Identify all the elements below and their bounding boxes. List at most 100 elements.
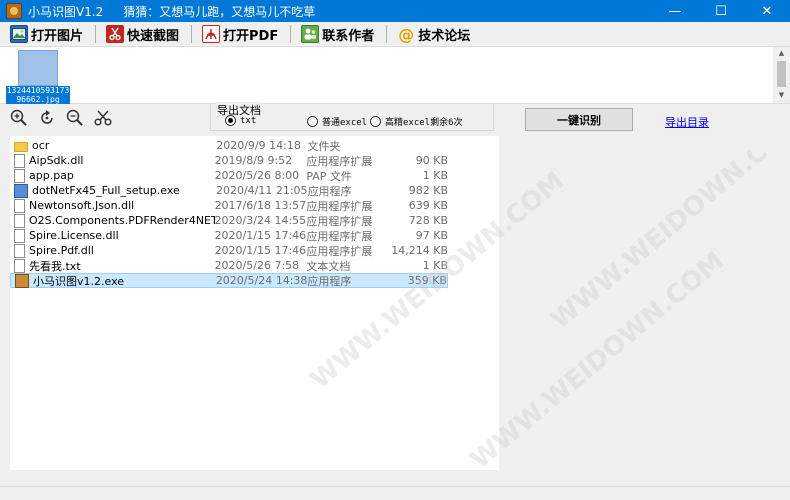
file-size: 982 KB [408,184,448,197]
file-size: 1 KB [422,169,449,182]
open-pdf-button[interactable]: 打开PDF [200,23,280,45]
zoom-out-icon [66,109,83,126]
radio-selected-icon [225,115,236,126]
file-size: 639 KB [408,199,449,212]
file-name: app.pap [29,169,74,182]
file-type: 应用程序 [307,274,352,288]
file-date: 2020/5/26 8:00 [214,169,300,182]
open-image-button[interactable]: 打开图片 [8,23,85,45]
radio-unselected-icon [307,116,318,127]
tech-forum-label: 技术论坛 [418,28,471,44]
thumbnail-item[interactable]: 132441059317396662.jpg [6,50,70,104]
open-image-label: 打开图片 [31,28,84,44]
file-date: 2020/3/24 14:55 [214,214,307,227]
file-name: O2S.Components.PDFRender4NET.dll [29,214,215,227]
export-directory-link[interactable]: 导出目录 [665,114,709,130]
folder-icon [14,141,28,152]
open-image-icon [10,25,28,43]
radio-normal-excel[interactable]: 普通excel [307,115,367,128]
scissors-icon [106,25,125,43]
toolbar-divider [290,25,292,43]
file-icon [14,243,25,258]
file-name: 小马识图v1.2.exe [33,274,125,288]
file-date: 2020/9/9 14:18 [216,139,301,152]
at-icon: @ [398,24,415,44]
text-file-icon [14,258,25,273]
file-date: 2019/8/9 9:52 [214,154,293,167]
file-icon [14,228,25,243]
contact-icon [301,25,320,43]
toolbar-divider [95,25,97,43]
file-row[interactable]: dotNetFx45_Full_setup.exe 2020/4/11 21:0… [10,183,448,198]
file-icon [14,153,25,168]
file-row[interactable]: 先看我.txt 2020/5/26 7:58 文本文档 1 KB [10,258,448,273]
file-row[interactable]: O2S.Components.PDFRender4NET.dll 2020/3/… [10,213,448,228]
file-date: 2020/1/15 17:46 [214,229,307,242]
rotate-button[interactable] [34,106,60,130]
image-tools [0,104,210,132]
file-name: dotNetFx45_Full_setup.exe [32,184,180,197]
file-name: 先看我.txt [29,259,81,273]
rotate-icon [41,110,53,124]
app-icon [15,273,29,288]
toolbar-divider [191,25,193,43]
radio-hq-excel[interactable]: 高精excel剩余6次 [370,115,463,128]
thumbnail-scrollbar[interactable]: ▲ ▼ [773,47,790,103]
recognize-button[interactable]: 一键识别 [525,108,633,131]
file-list: ocr 2020/9/9 14:18 文件夹 AipSdk.dll 2019/8… [10,136,499,470]
scroll-up-icon[interactable]: ▲ [773,47,790,59]
status-bar [0,486,790,500]
radio-unselected-icon [370,116,381,127]
screenshot-label: 快速截图 [127,28,180,44]
file-row[interactable]: Spire.Pdf.dll 2020/1/15 17:46 应用程序扩展 14,… [10,243,448,258]
file-name: ocr [32,139,50,152]
window-title: 小马识图V1.2 [28,4,104,19]
radio-normal-excel-label: 普通excel [322,118,368,128]
minimize-button[interactable]: — [652,0,698,22]
tech-forum-button[interactable]: @ 技术论坛 [395,23,472,45]
file-type: 文件夹 [307,139,341,153]
file-date: 2020/5/24 14:38 [215,274,308,287]
file-type: 应用程序扩展 [306,214,373,228]
file-row-selected[interactable]: 小马识图v1.2.exe 2020/5/24 14:38 应用程序 359 KB [10,273,448,288]
screenshot-button[interactable]: 快速截图 [104,23,181,45]
scroll-down-icon[interactable]: ▼ [773,89,790,101]
installer-icon [14,183,28,198]
file-type: 应用程序 [307,184,352,198]
file-row[interactable]: ocr 2020/9/9 14:18 文件夹 [10,138,448,153]
contact-author-label: 联系作者 [322,28,375,44]
file-type: 应用程序扩展 [306,244,373,258]
maximize-button[interactable]: ☐ [698,0,744,22]
file-name: AipSdk.dll [29,154,84,167]
file-row[interactable]: app.pap 2020/5/26 8:00 PAP 文件 1 KB [10,168,448,183]
file-type: 应用程序扩展 [306,229,373,243]
cut-button[interactable] [90,106,116,130]
contact-author-button[interactable]: 联系作者 [299,23,376,45]
open-pdf-label: 打开PDF [223,28,279,44]
radio-txt-label: txt [240,115,257,126]
file-type: 应用程序扩展 [306,199,373,213]
toolbar-divider [386,25,388,43]
file-row[interactable]: AipSdk.dll 2019/8/9 9:52 应用程序扩展 90 KB [10,153,448,168]
cut-icon [94,110,112,126]
app-logo-icon [6,3,22,19]
thumbnail-image [18,50,58,86]
file-row[interactable]: Spire.License.dll 2020/1/15 17:46 应用程序扩展… [10,228,448,243]
file-type: PAP 文件 [306,169,352,183]
zoom-in-button[interactable] [6,106,32,130]
file-date: 2020/5/26 7:58 [214,259,300,272]
file-size: 359 KB [407,274,447,287]
file-name: Spire.License.dll [29,229,119,242]
scrollbar-thumb[interactable] [777,61,786,87]
export-options-group: 导出文档 txt 普通excel 高精excel剩余6次 [210,102,494,131]
file-name: Spire.Pdf.dll [29,244,94,257]
window-subtitle: 猜猜：又想马儿跑，又想马儿不吃草 [123,4,316,19]
radio-txt[interactable]: txt [225,115,256,126]
file-type: 文本文档 [306,259,351,273]
file-date: 2020/1/15 17:46 [214,244,307,257]
file-row[interactable]: Newtonsoft.Json.dll 2017/6/18 13:57 应用程序… [10,198,448,213]
main-toolbar: 打开图片 快速截图 打开PDF 联系作者 @ 技术论坛 [0,22,790,46]
close-button[interactable]: ✕ [744,0,790,22]
zoom-out-button[interactable] [62,106,88,130]
file-size: 90 KB [415,154,449,167]
